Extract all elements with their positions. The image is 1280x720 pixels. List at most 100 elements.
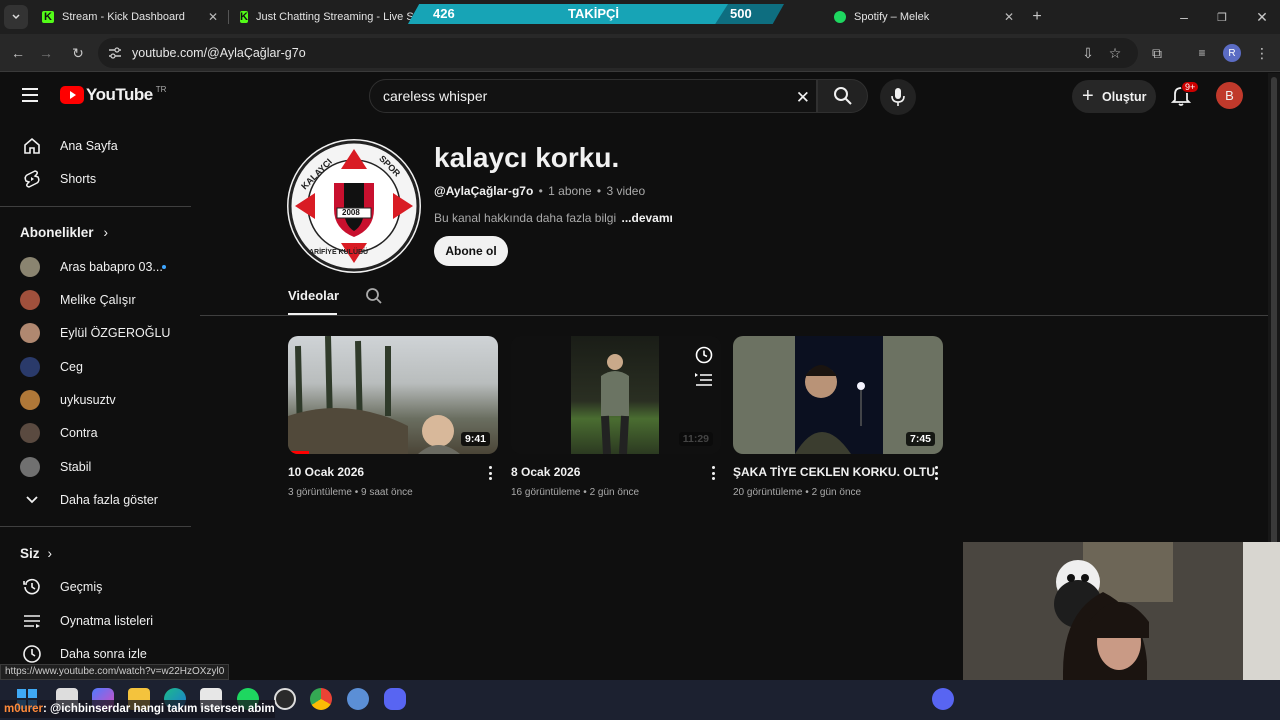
extensions-icon[interactable]: ⧉ bbox=[1145, 41, 1169, 65]
obs-icon[interactable] bbox=[274, 688, 296, 710]
video-thumbnail[interactable]: 7:45 bbox=[733, 336, 943, 454]
video-menu-icon[interactable] bbox=[929, 464, 943, 482]
upload-age: 2 gün önce bbox=[589, 487, 640, 498]
restore-icon[interactable]: ❐ bbox=[1210, 5, 1234, 29]
tab-kick-live[interactable]: K Just Chatting Streaming - Live S bbox=[232, 4, 417, 30]
sidebar-subscription[interactable]: Ceg bbox=[12, 350, 192, 384]
browser-menu-icon[interactable]: ⋮ bbox=[1250, 41, 1274, 65]
create-button[interactable]: + Oluştur bbox=[1072, 80, 1156, 113]
tab-divider bbox=[228, 10, 229, 24]
follower-goal-value: 500 bbox=[730, 6, 752, 21]
channel-search-icon[interactable] bbox=[365, 287, 383, 305]
sidebar-item-home[interactable]: Ana Sayfa bbox=[12, 129, 192, 163]
video-title[interactable]: 10 Ocak 2026 bbox=[288, 465, 364, 479]
subscriptions-heading[interactable]: Abonelikler › bbox=[20, 225, 108, 240]
tab-label: Spotify – Melek bbox=[854, 11, 930, 23]
sidebar-item-label: Ana Sayfa bbox=[60, 139, 118, 153]
reload-icon[interactable]: ↻ bbox=[66, 41, 90, 65]
sidebar-subscription[interactable]: Contra bbox=[12, 416, 192, 450]
watch-later-icon[interactable] bbox=[695, 346, 713, 364]
video-frame bbox=[795, 336, 883, 454]
sidebar-item-label: Melike Çalışır bbox=[60, 293, 136, 307]
browser-toolbar: ← → ↻ youtube.com/@AylaÇağlar-g7o ⇩ ☆ ⧉ … bbox=[0, 34, 1280, 72]
tab-kick-dashboard[interactable]: K Stream - Kick Dashboard ✕ bbox=[34, 4, 226, 30]
more-link[interactable]: ...devamı bbox=[621, 211, 672, 225]
video-meta: 20 görüntüleme • 2 gün önce bbox=[733, 487, 861, 498]
sidebar-item-history[interactable]: Geçmiş bbox=[12, 570, 192, 604]
sidebar-item-label: Geçmiş bbox=[60, 580, 103, 594]
video-title[interactable]: 8 Ocak 2026 bbox=[511, 465, 580, 479]
plus-icon: + bbox=[1082, 85, 1094, 107]
you-title: Siz bbox=[20, 546, 40, 561]
voice-search-button[interactable] bbox=[880, 79, 916, 115]
sidebar-subscription[interactable]: Melike Çalışır bbox=[12, 283, 192, 317]
tab-search-icon[interactable] bbox=[4, 5, 28, 29]
clear-search-icon[interactable]: ✕ bbox=[796, 88, 810, 108]
youtube-logo[interactable]: YouTube TR bbox=[60, 85, 166, 105]
sidebar-subscription[interactable]: Eylül ÖZGEROĞLU bbox=[12, 316, 192, 350]
search-button[interactable] bbox=[817, 79, 868, 113]
sidebar-subscription[interactable]: Aras babapro 03... bbox=[12, 250, 192, 284]
chat-tray-icon[interactable] bbox=[932, 688, 954, 710]
video-title[interactable]: ŞAKA TİYE CEKLEN KORKU. OLTU bbox=[733, 465, 935, 479]
close-icon[interactable]: ✕ bbox=[1004, 10, 1014, 24]
meta-separator: • bbox=[538, 184, 543, 198]
new-content-dot bbox=[162, 265, 166, 269]
tab-label: Stream - Kick Dashboard bbox=[62, 11, 185, 23]
profile-avatar[interactable]: R bbox=[1220, 41, 1244, 65]
site-info-icon[interactable] bbox=[108, 47, 124, 59]
sidebar-item-shorts[interactable]: Shorts bbox=[12, 162, 192, 196]
video-duration: 9:41 bbox=[460, 432, 490, 446]
tab-videos[interactable]: Videolar bbox=[288, 288, 339, 303]
sidebar-subscription[interactable]: uykusuztv bbox=[12, 383, 192, 417]
upload-age: 2 gün önce bbox=[811, 487, 862, 498]
network-app-icon[interactable] bbox=[347, 688, 369, 710]
notifications-button[interactable]: 9+ bbox=[1170, 81, 1200, 107]
video-thumbnail[interactable]: 11:29 bbox=[511, 336, 721, 454]
logo-text: ARİFİYE KULÜBÜ bbox=[309, 249, 369, 256]
install-app-icon[interactable]: ⇩ bbox=[1076, 41, 1100, 65]
channel-avatar bbox=[20, 290, 40, 310]
chevron-right-icon: › bbox=[47, 546, 53, 561]
sidebar-item-playlists[interactable]: Oynatma listeleri bbox=[12, 604, 192, 638]
sidebar-show-more[interactable]: Daha fazla göster bbox=[12, 483, 192, 517]
you-heading[interactable]: Siz › bbox=[20, 546, 52, 561]
minimize-icon[interactable]: – bbox=[1172, 5, 1196, 29]
new-tab-icon[interactable]: + bbox=[1025, 5, 1049, 29]
address-bar[interactable]: youtube.com/@AylaÇağlar-g7o bbox=[98, 38, 1138, 68]
video-menu-icon[interactable] bbox=[706, 464, 720, 482]
channel-handle[interactable]: @AylaÇağlar-g7o bbox=[434, 184, 533, 198]
guide-menu-icon[interactable] bbox=[20, 87, 40, 103]
meta-separator: • bbox=[596, 184, 602, 198]
sidebar-divider bbox=[0, 206, 191, 207]
description-text: Bu kanal hakkında daha fazla bilgi bbox=[434, 211, 617, 225]
back-icon[interactable]: ← bbox=[6, 41, 30, 65]
follower-current: 426 bbox=[433, 6, 455, 21]
channel-avatar bbox=[20, 357, 40, 377]
subscribe-button[interactable]: Abone ol bbox=[434, 236, 508, 266]
sidebar-item-label: Daha fazla göster bbox=[60, 493, 158, 507]
video-menu-icon[interactable] bbox=[483, 464, 497, 482]
sidebar-item-label: uykusuztv bbox=[60, 393, 116, 407]
add-to-queue-icon[interactable] bbox=[695, 372, 713, 388]
account-avatar[interactable]: B bbox=[1216, 82, 1243, 109]
close-icon[interactable]: ✕ bbox=[208, 10, 218, 24]
chevron-down-icon bbox=[20, 488, 44, 512]
tab-label: Just Chatting Streaming - Live S bbox=[255, 11, 414, 23]
forward-icon[interactable]: → bbox=[34, 41, 58, 65]
bookmark-star-icon[interactable]: ☆ bbox=[1103, 41, 1127, 65]
video-count: 3 video bbox=[606, 184, 646, 198]
shorts-icon bbox=[20, 167, 44, 191]
close-window-icon[interactable]: ✕ bbox=[1250, 5, 1274, 29]
tab-spotify[interactable]: Spotify – Melek ✕ bbox=[826, 4, 1022, 30]
chrome-icon[interactable] bbox=[310, 688, 332, 710]
sidebar-item-label: Ceg bbox=[60, 360, 83, 374]
sidebar-subscription[interactable]: Stabil bbox=[12, 450, 192, 484]
video-thumbnail[interactable]: 9:41 bbox=[288, 336, 498, 454]
stream-chat-message: m0urer : @ichbinserdar hangi takım ister… bbox=[0, 700, 275, 718]
discord-icon[interactable] bbox=[384, 688, 406, 710]
channel-description[interactable]: Bu kanal hakkında daha fazla bilgi ...de… bbox=[434, 211, 673, 225]
sidebar-item-label: Aras babapro 03... bbox=[60, 260, 163, 274]
reading-list-icon[interactable]: ≡ bbox=[1190, 41, 1214, 65]
search-input[interactable]: careless whisper ✕ bbox=[369, 79, 817, 113]
